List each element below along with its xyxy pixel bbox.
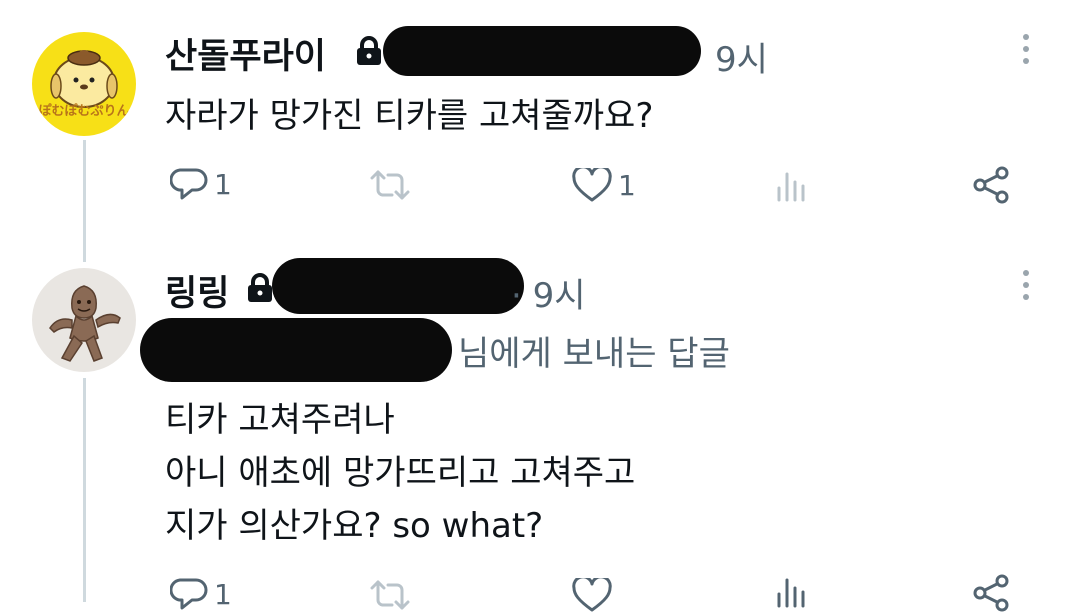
share-icon-2 (973, 574, 1009, 612)
views-icon (777, 172, 805, 202)
redacted-handle-2 (272, 258, 524, 314)
lock-icon-2 (246, 273, 274, 303)
reply-count: 1 (214, 167, 232, 201)
reply-button-2[interactable]: 1 (170, 576, 232, 612)
reply-line-2: 아니 애초에 망가뜨리고 고쳐주고 (165, 453, 636, 493)
thread-line-lower (83, 378, 86, 602)
post-time-2[interactable]: · 9시 (511, 268, 586, 317)
share-button[interactable] (972, 166, 1012, 204)
reply-icon-2 (170, 578, 208, 610)
author-name[interactable]: 산돌푸라이 (165, 28, 326, 79)
reply-line-3: 지가 의산가요? so what? (165, 506, 544, 546)
more-icon-2[interactable] (1022, 270, 1030, 306)
post-body: 자라가 망가진 티카를 고쳐줄까요? (165, 96, 654, 136)
redacted-handle (383, 26, 701, 76)
more-icon[interactable] (1022, 34, 1030, 70)
lock-icon (355, 36, 383, 66)
like-count: 1 (618, 168, 636, 202)
thread-line (83, 140, 86, 262)
reply-line-1: 티카 고쳐주려나 (165, 400, 395, 440)
avatar-caption: ぽむぽむぷりん (38, 104, 130, 119)
views-button-2[interactable] (775, 574, 811, 608)
reply-icon (170, 168, 208, 200)
like-icon-2 (572, 578, 612, 612)
reply-button[interactable]: 1 (170, 166, 232, 202)
retweet-button-2[interactable] (368, 578, 412, 612)
retweet-icon (370, 170, 410, 200)
post-time[interactable]: 9시 (715, 32, 768, 81)
redacted-reply-target (140, 318, 452, 382)
retweet-button[interactable] (368, 168, 412, 202)
views-button[interactable] (775, 168, 811, 202)
reply-count-2: 1 (214, 577, 232, 611)
like-icon (572, 168, 612, 202)
like-button-2[interactable] (572, 578, 612, 612)
share-icon (973, 166, 1009, 204)
replying-to: 님에게 보내는 답글 (458, 334, 730, 374)
avatar-pompompurin[interactable]: ぽむぽむぷりん (32, 32, 136, 136)
share-button-2[interactable] (972, 574, 1012, 612)
like-button[interactable]: 1 (572, 168, 636, 202)
author-name-2[interactable]: 링링 (165, 265, 229, 316)
retweet-icon-2 (370, 580, 410, 610)
views-icon-2 (777, 578, 805, 608)
avatar-figure[interactable] (32, 268, 136, 372)
